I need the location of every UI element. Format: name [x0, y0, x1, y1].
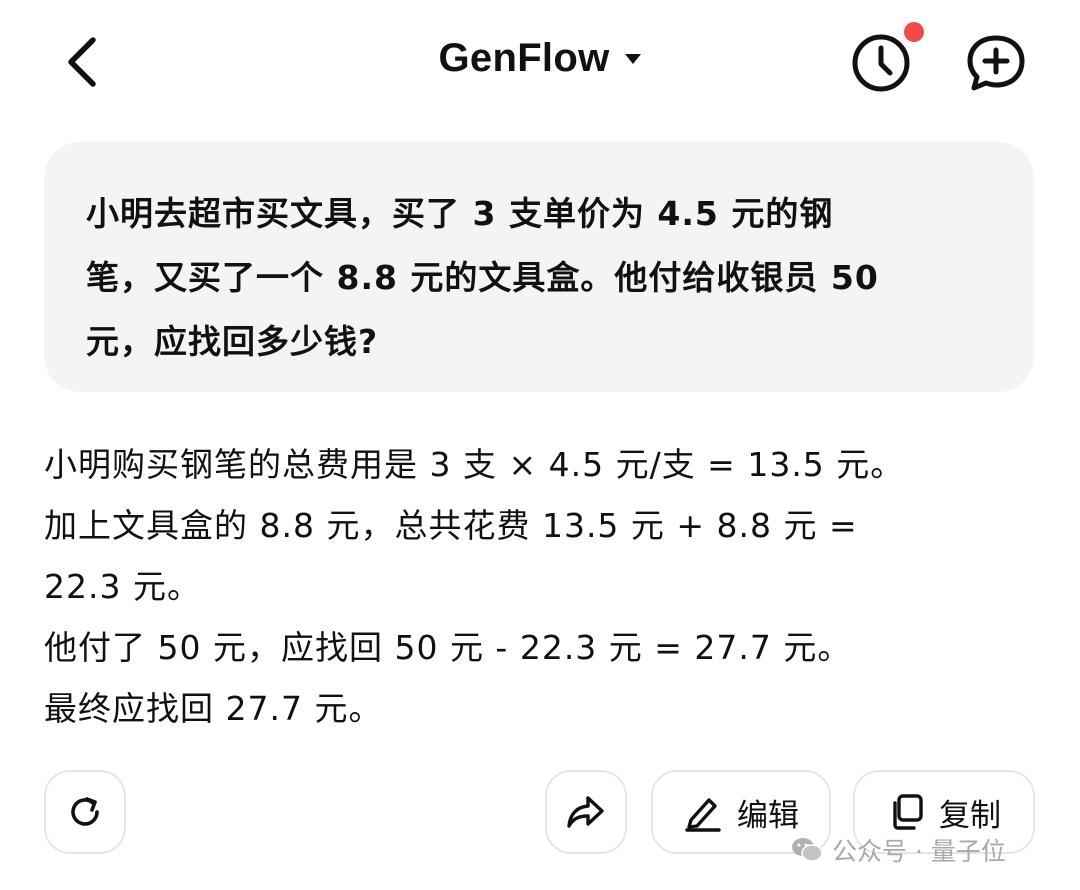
caret-down-icon	[624, 53, 641, 64]
copy-icon	[893, 794, 923, 830]
watermark: 公众号 · 量子位	[790, 832, 1006, 868]
clock-history-icon	[852, 34, 910, 92]
chat-screen: GenFlow 小明去超市买文具，买了 3 支单价为 4.5 元的钢 笔，又买了…	[0, 0, 1080, 890]
wechat-icon	[792, 838, 823, 862]
chat-plus-icon	[967, 35, 1025, 91]
regenerate-button[interactable]	[44, 770, 126, 854]
answer-line: 加上文具盒的 8.8 元，总共花费 13.5 元 + 8.8 元 =	[44, 506, 858, 545]
assistant-answer: 小明购买钢笔的总费用是 3 支 × 4.5 元/支 = 13.5 元。 加上文具…	[44, 434, 1044, 739]
answer-line: 他付了 50 元，应找回 50 元 - 22.3 元 = 27.7 元。	[44, 628, 852, 667]
watermark-text: 公众号 · 量子位	[832, 837, 1006, 866]
edit-label: 编辑	[737, 797, 799, 834]
answer-line: 小明购买钢笔的总费用是 3 支 × 4.5 元/支 = 13.5 元。	[44, 445, 905, 484]
share-arrow-icon	[567, 796, 604, 828]
share-button[interactable]	[545, 770, 627, 854]
app-title: GenFlow	[438, 36, 610, 80]
copy-label: 复制	[939, 797, 1001, 834]
user-message-line: 元，应找回多少钱?	[86, 322, 379, 361]
answer-line: 22.3 元。	[44, 567, 201, 606]
top-bar: GenFlow	[0, 0, 1080, 120]
user-message-line: 笔，又买了一个 8.8 元的文具盒。他付给收银员 50	[86, 258, 879, 297]
new-chat-button[interactable]	[962, 30, 1030, 96]
history-button[interactable]	[848, 30, 914, 96]
user-message-text: 小明去超市买文具，买了 3 支单价为 4.5 元的钢 笔，又买了一个 8.8 元…	[86, 182, 994, 374]
notification-dot	[904, 22, 924, 42]
pencil-icon	[685, 798, 721, 832]
user-message-line: 小明去超市买文具，买了 3 支单价为 4.5 元的钢	[86, 194, 834, 233]
refresh-icon	[71, 797, 99, 826]
model-selector[interactable]: GenFlow	[0, 36, 1080, 81]
user-message-bubble: 小明去超市买文具，买了 3 支单价为 4.5 元的钢 笔，又买了一个 8.8 元…	[44, 142, 1034, 392]
answer-line: 最终应找回 27.7 元。	[44, 689, 383, 728]
